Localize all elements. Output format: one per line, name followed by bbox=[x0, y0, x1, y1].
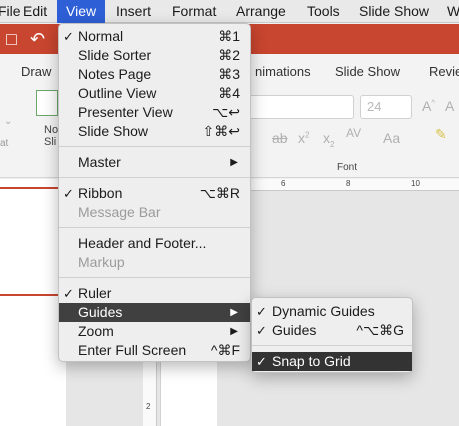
ruler-tick: 10 bbox=[411, 179, 420, 188]
shortcut-label: ⌘1 bbox=[218, 28, 240, 44]
layout-label: at bbox=[0, 138, 9, 149]
checkmark-icon: ✓ bbox=[63, 29, 74, 44]
subscript-icon[interactable]: x2 bbox=[323, 130, 334, 149]
menu-item-label: Ribbon bbox=[78, 185, 123, 201]
menu-item-snap-to-grid[interactable]: ✓ Snap to Grid bbox=[252, 352, 412, 371]
checkmark-icon: ✓ bbox=[256, 304, 267, 319]
menu-item-slide-sorter[interactable]: Slide Sorter ⌘2 bbox=[59, 46, 250, 65]
menu-slide-show[interactable]: Slide Show bbox=[359, 0, 429, 23]
menu-item-label: Snap to Grid bbox=[272, 353, 351, 369]
menu-separator bbox=[59, 277, 250, 278]
tab-review[interactable]: Revie bbox=[429, 64, 459, 79]
menu-item-label: Header and Footer... bbox=[78, 235, 207, 251]
highlight-icon[interactable]: ✎ bbox=[435, 126, 447, 143]
menu-edit[interactable]: Edit bbox=[23, 0, 55, 23]
menu-item-header-footer[interactable]: Header and Footer... bbox=[59, 234, 250, 253]
menu-insert[interactable]: Insert bbox=[116, 0, 151, 23]
menu-item-notes-page[interactable]: Notes Page ⌘3 bbox=[59, 65, 250, 84]
tab-draw[interactable]: Draw bbox=[21, 64, 51, 79]
menu-item-guides[interactable]: Guides ▶ bbox=[59, 303, 250, 322]
menu-separator bbox=[59, 227, 250, 228]
menu-bar: File Edit View Insert Format Arrange Too… bbox=[0, 0, 459, 23]
menu-item-enter-full-screen[interactable]: Enter Full Screen ^⌘F bbox=[59, 341, 250, 360]
menu-item-ruler[interactable]: ✓ Ruler bbox=[59, 284, 250, 303]
menu-format[interactable]: Format bbox=[172, 0, 216, 23]
ruler-tick: 2 bbox=[146, 402, 151, 411]
menu-item-ribbon[interactable]: ✓ Ribbon ⌥⌘R bbox=[59, 184, 250, 203]
shortcut-label: ⌘4 bbox=[218, 85, 240, 101]
character-spacing-icon[interactable]: AV bbox=[346, 126, 361, 140]
tab-slide-show[interactable]: Slide Show bbox=[335, 64, 400, 79]
checkmark-icon: ✓ bbox=[256, 354, 267, 369]
horizontal-ruler[interactable]: 6 8 10 bbox=[217, 179, 459, 191]
menu-item-label: Ruler bbox=[78, 285, 112, 301]
ruler-tick: 8 bbox=[346, 179, 351, 188]
menu-item-markup: Markup bbox=[59, 253, 250, 272]
new-slide-icon[interactable] bbox=[36, 90, 58, 116]
menu-separator bbox=[59, 146, 250, 147]
menu-item-label: Normal bbox=[78, 28, 124, 44]
menu-item-label: Enter Full Screen bbox=[78, 342, 187, 358]
menu-arrange[interactable]: Arrange bbox=[236, 0, 286, 23]
menu-item-slide-show[interactable]: Slide Show ⇧⌘↩ bbox=[59, 122, 250, 141]
strikethrough-icon[interactable]: ab bbox=[272, 130, 288, 146]
undo-icon[interactable]: ↶ bbox=[30, 26, 45, 52]
menu-separator bbox=[59, 177, 250, 178]
submenu-arrow-icon: ▶ bbox=[230, 326, 238, 337]
checkmark-icon: ✓ bbox=[63, 286, 74, 301]
superscript-icon[interactable]: x2 bbox=[298, 130, 309, 146]
menu-item-label: Dynamic Guides bbox=[272, 303, 375, 319]
menu-item-label: Guides bbox=[272, 322, 317, 338]
shortcut-label: ⌘2 bbox=[218, 47, 240, 63]
submenu-arrow-icon: ▶ bbox=[230, 157, 238, 168]
menu-item-label: Markup bbox=[78, 254, 125, 270]
menu-item-presenter-view[interactable]: Presenter View ⌥↩ bbox=[59, 103, 250, 122]
menu-item-label: Message Bar bbox=[78, 204, 161, 220]
shortcut-label: ⇧⌘↩ bbox=[202, 123, 240, 139]
shortcut-label: ⌘3 bbox=[218, 66, 240, 82]
increase-font-icon[interactable]: A^ bbox=[422, 98, 435, 114]
menu-view[interactable]: View bbox=[57, 0, 105, 23]
guides-submenu: ✓ Dynamic Guides ✓ Guides ^⌥⌘G ✓ Snap to… bbox=[251, 297, 413, 373]
menu-item-outline-view[interactable]: Outline View ⌘4 bbox=[59, 84, 250, 103]
submenu-arrow-icon: ▶ bbox=[230, 307, 238, 318]
shortcut-label: ⌥⌘R bbox=[199, 185, 240, 201]
tab-animations[interactable]: nimations bbox=[255, 64, 311, 79]
menu-item-label: Slide Show bbox=[78, 123, 149, 139]
view-menu: ✓ Normal ⌘1 Slide Sorter ⌘2 Notes Page ⌘… bbox=[58, 23, 251, 362]
menu-item-label: Guides bbox=[78, 304, 123, 320]
menu-tools[interactable]: Tools bbox=[307, 0, 340, 23]
menu-window[interactable]: W bbox=[447, 0, 459, 23]
shortcut-label: ^⌥⌘G bbox=[356, 322, 404, 338]
menu-item-label: Notes Page bbox=[78, 66, 152, 82]
menu-item-guides-toggle[interactable]: ✓ Guides ^⌥⌘G bbox=[252, 321, 412, 340]
checkmark-icon: ✓ bbox=[256, 323, 267, 338]
checkmark-icon: ✓ bbox=[63, 186, 74, 201]
shortcut-label: ⌥↩ bbox=[212, 104, 240, 120]
slide-thumbnail-top-border bbox=[0, 187, 60, 189]
font-size-field[interactable]: 24 bbox=[360, 95, 412, 119]
slide-thumbnail-bottom-border bbox=[0, 294, 60, 296]
menu-item-dynamic-guides[interactable]: ✓ Dynamic Guides bbox=[252, 302, 412, 321]
menu-item-label: Master bbox=[78, 154, 121, 170]
chevron-down-icon[interactable]: ⌄ bbox=[4, 116, 12, 127]
new-slide-label: No Sli bbox=[44, 124, 59, 148]
change-case-icon[interactable]: Aa bbox=[383, 130, 400, 146]
slide-thumbnails-pane[interactable] bbox=[0, 179, 66, 426]
document-icon[interactable]: □ bbox=[6, 26, 17, 52]
ruler-tick: 6 bbox=[281, 179, 286, 188]
menu-item-label: Presenter View bbox=[78, 104, 173, 120]
menu-file[interactable]: File bbox=[0, 0, 24, 23]
menu-item-zoom[interactable]: Zoom ▶ bbox=[59, 322, 250, 341]
menu-separator bbox=[252, 345, 412, 346]
menu-item-label: Zoom bbox=[78, 323, 114, 339]
menu-item-master[interactable]: Master ▶ bbox=[59, 153, 250, 172]
decrease-font-icon[interactable]: A bbox=[445, 98, 454, 114]
menu-item-label: Slide Sorter bbox=[78, 47, 152, 63]
font-group-label: Font bbox=[337, 162, 358, 173]
menu-item-label: Outline View bbox=[78, 85, 157, 101]
shortcut-label: ^⌘F bbox=[210, 342, 240, 358]
menu-item-message-bar: Message Bar bbox=[59, 203, 250, 222]
menu-item-normal[interactable]: ✓ Normal ⌘1 bbox=[59, 27, 250, 46]
